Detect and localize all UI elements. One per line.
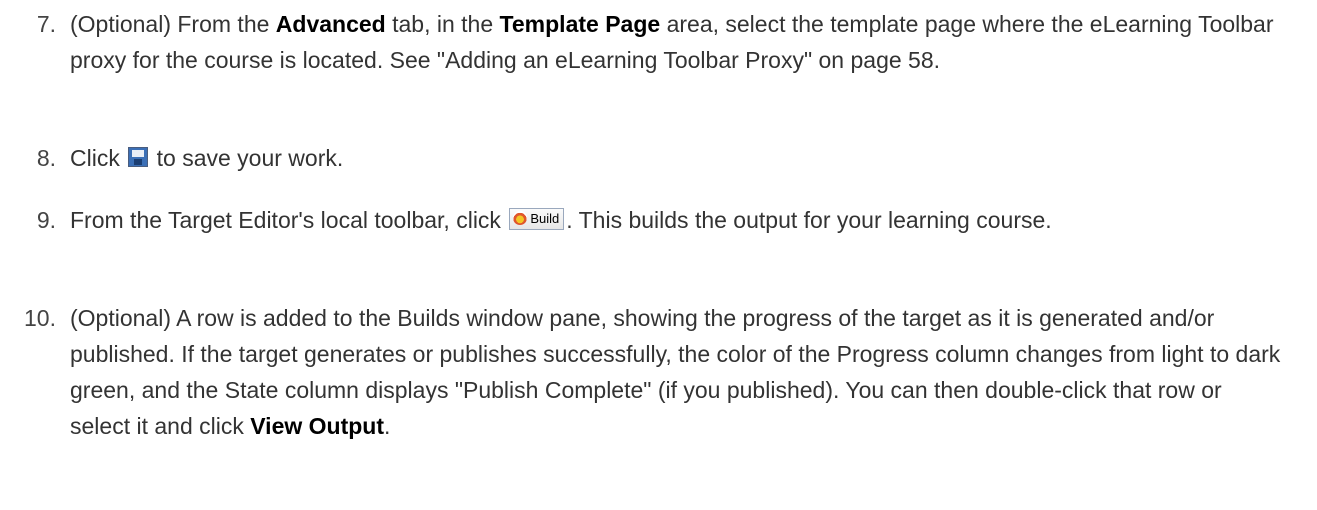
- save-icon: [128, 146, 149, 167]
- step-text: (Optional) A row is added to the Builds …: [70, 300, 1285, 444]
- step-number: 9.: [36, 207, 56, 233]
- step-text: Click to save your work.: [70, 140, 1285, 176]
- build-button-label: Build: [530, 210, 560, 226]
- step-text: From the Target Editor's local toolbar, …: [70, 202, 1285, 238]
- step-number: 8.: [36, 145, 56, 171]
- text-run: to save your work.: [150, 145, 344, 171]
- text-run: tab, in the: [385, 11, 500, 37]
- view-output-label: View Output: [250, 413, 384, 439]
- text-run: (Optional) From the: [70, 11, 276, 37]
- template-page-label: Template Page: [499, 11, 661, 37]
- text-run: Click: [70, 145, 127, 171]
- instruction-steps: 7. (Optional) From the Advanced tab, in …: [0, 0, 1317, 510]
- text-run: .: [384, 413, 391, 439]
- build-icon: [513, 211, 528, 226]
- build-button: Build: [509, 207, 565, 230]
- advanced-tab-label: Advanced: [275, 11, 386, 37]
- step-text: (Optional) From the Advanced tab, in the…: [70, 6, 1285, 78]
- text-run: . This builds the output for your learni…: [566, 207, 1052, 233]
- step-number: 10.: [24, 305, 56, 331]
- step-number: 7.: [36, 11, 56, 37]
- text-run: From the Target Editor's local toolbar, …: [70, 207, 508, 233]
